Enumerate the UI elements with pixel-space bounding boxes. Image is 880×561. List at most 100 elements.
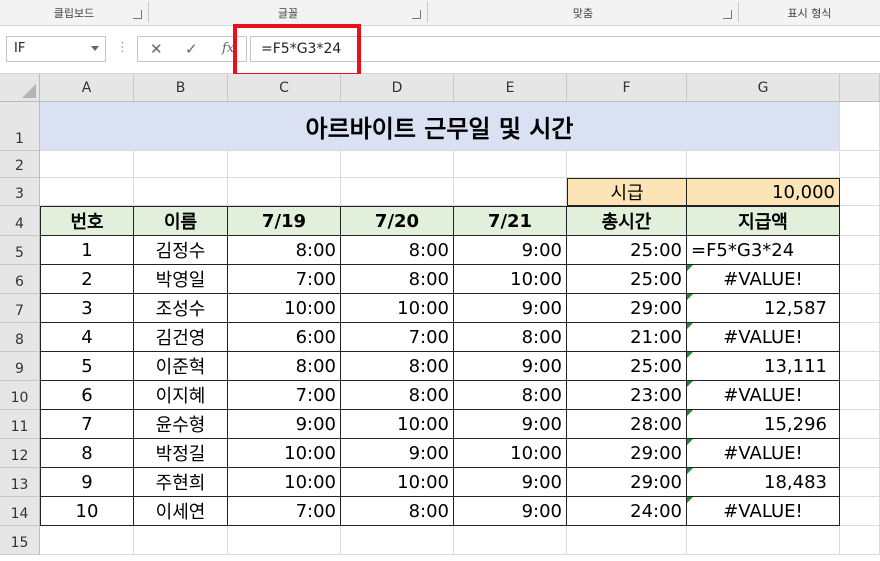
table-cell[interactable]: 8:00 xyxy=(341,236,454,265)
cell[interactable] xyxy=(567,151,687,178)
error-indicator-icon[interactable] xyxy=(687,439,693,445)
error-indicator-icon[interactable] xyxy=(687,468,693,474)
cell[interactable] xyxy=(840,323,880,352)
table-cell[interactable]: 15,296 xyxy=(687,410,840,439)
row-header-11[interactable]: 11 xyxy=(0,410,40,439)
table-cell[interactable]: 8:00 xyxy=(228,352,341,381)
error-indicator-icon[interactable] xyxy=(687,497,693,503)
table-cell[interactable]: 10:00 xyxy=(454,439,567,468)
table-cell[interactable]: 9:00 xyxy=(454,497,567,526)
cell[interactable] xyxy=(134,178,228,206)
cell[interactable] xyxy=(341,526,454,555)
table-cell[interactable]: 4 xyxy=(40,323,134,352)
table-cell[interactable]: 10:00 xyxy=(341,468,454,497)
name-box[interactable]: IF xyxy=(6,36,106,62)
cell[interactable] xyxy=(341,178,454,206)
column-header-g[interactable]: G xyxy=(687,74,840,102)
cell[interactable] xyxy=(840,206,880,236)
table-cell[interactable]: #VALUE! xyxy=(687,265,840,294)
table-cell[interactable]: 10 xyxy=(40,497,134,526)
table-cell[interactable]: 28:00 xyxy=(567,410,687,439)
table-cell[interactable]: 24:00 xyxy=(567,497,687,526)
table-cell[interactable]: 29:00 xyxy=(567,439,687,468)
table-cell[interactable]: 윤수형 xyxy=(134,410,228,439)
table-cell[interactable]: 23:00 xyxy=(567,381,687,410)
table-cell[interactable]: 12,587 xyxy=(687,294,840,323)
table-cell[interactable]: 8 xyxy=(40,439,134,468)
table-cell[interactable]: 3 xyxy=(40,294,134,323)
error-indicator-icon[interactable] xyxy=(687,265,693,271)
table-cell[interactable]: 이세연 xyxy=(134,497,228,526)
row-header-9[interactable]: 9 xyxy=(0,352,40,381)
table-cell[interactable]: 7:00 xyxy=(228,265,341,294)
row-header-4[interactable]: 4 xyxy=(0,206,40,236)
table-cell[interactable]: =F5*G3*24 xyxy=(687,236,840,265)
table-header-cell[interactable]: 지급액 xyxy=(687,206,840,236)
row-header-15[interactable]: 15 xyxy=(0,526,40,555)
select-all-corner[interactable] xyxy=(0,74,40,102)
table-cell[interactable]: 10:00 xyxy=(228,294,341,323)
cell[interactable] xyxy=(840,439,880,468)
table-cell[interactable]: 8:00 xyxy=(341,352,454,381)
table-cell[interactable]: 10:00 xyxy=(228,439,341,468)
chevron-down-icon[interactable] xyxy=(91,46,99,51)
table-cell[interactable]: 7:00 xyxy=(228,381,341,410)
table-cell[interactable]: 9:00 xyxy=(454,294,567,323)
table-header-cell[interactable]: 7/21 xyxy=(454,206,567,236)
table-cell[interactable]: 8:00 xyxy=(454,323,567,352)
cancel-icon[interactable]: ✕ xyxy=(150,40,163,58)
error-indicator-icon[interactable] xyxy=(687,410,693,416)
cell[interactable] xyxy=(40,151,134,178)
table-cell[interactable]: 9:00 xyxy=(454,468,567,497)
row-header-8[interactable]: 8 xyxy=(0,323,40,352)
table-cell[interactable]: 8:00 xyxy=(341,381,454,410)
error-indicator-icon[interactable] xyxy=(687,323,693,329)
table-header-cell[interactable]: 번호 xyxy=(40,206,134,236)
table-cell[interactable]: 25:00 xyxy=(567,352,687,381)
column-header-b[interactable]: B xyxy=(134,74,228,102)
table-cell[interactable]: 9:00 xyxy=(454,410,567,439)
table-cell[interactable]: 6 xyxy=(40,381,134,410)
table-cell[interactable]: 9 xyxy=(40,468,134,497)
more-options-icon[interactable]: ⋮ xyxy=(116,40,129,55)
cell[interactable] xyxy=(341,151,454,178)
error-indicator-icon[interactable] xyxy=(687,381,693,387)
table-header-cell[interactable]: 7/20 xyxy=(341,206,454,236)
table-cell[interactable]: 2 xyxy=(40,265,134,294)
column-header-c[interactable]: C xyxy=(228,74,341,102)
table-cell[interactable]: 25:00 xyxy=(567,236,687,265)
cell[interactable] xyxy=(40,178,134,206)
row-header-13[interactable]: 13 xyxy=(0,468,40,497)
table-cell[interactable]: 10:00 xyxy=(454,265,567,294)
cell[interactable] xyxy=(840,102,880,151)
wage-value-cell[interactable]: 10,000 xyxy=(687,178,840,206)
cell[interactable] xyxy=(840,410,880,439)
table-cell[interactable]: 이지혜 xyxy=(134,381,228,410)
error-indicator-icon[interactable] xyxy=(687,294,693,300)
cell[interactable] xyxy=(840,468,880,497)
table-cell[interactable]: 김정수 xyxy=(134,236,228,265)
table-cell[interactable]: 박정길 xyxy=(134,439,228,468)
table-cell[interactable]: 김건영 xyxy=(134,323,228,352)
table-cell[interactable]: 13,111 xyxy=(687,352,840,381)
table-cell[interactable]: 조성수 xyxy=(134,294,228,323)
enter-icon[interactable]: ✓ xyxy=(185,40,198,58)
table-cell[interactable]: 이준혁 xyxy=(134,352,228,381)
table-header-cell[interactable]: 총시간 xyxy=(567,206,687,236)
table-cell[interactable]: 18,483 xyxy=(687,468,840,497)
cell[interactable] xyxy=(454,526,567,555)
table-cell[interactable]: 박영일 xyxy=(134,265,228,294)
table-cell[interactable]: #VALUE! xyxy=(687,323,840,352)
sheet-title-cell[interactable]: 아르바이트 근무일 및 시간 xyxy=(40,102,840,151)
cell[interactable] xyxy=(840,294,880,323)
row-header-6[interactable]: 6 xyxy=(0,265,40,294)
cell[interactable] xyxy=(228,526,341,555)
cell[interactable] xyxy=(134,526,228,555)
row-header-10[interactable]: 10 xyxy=(0,381,40,410)
cell[interactable] xyxy=(840,497,880,526)
table-cell[interactable]: 7:00 xyxy=(341,323,454,352)
table-cell[interactable]: 25:00 xyxy=(567,265,687,294)
row-header-1[interactable]: 1 xyxy=(0,102,40,151)
row-header-5[interactable]: 5 xyxy=(0,236,40,265)
table-cell[interactable]: 1 xyxy=(40,236,134,265)
